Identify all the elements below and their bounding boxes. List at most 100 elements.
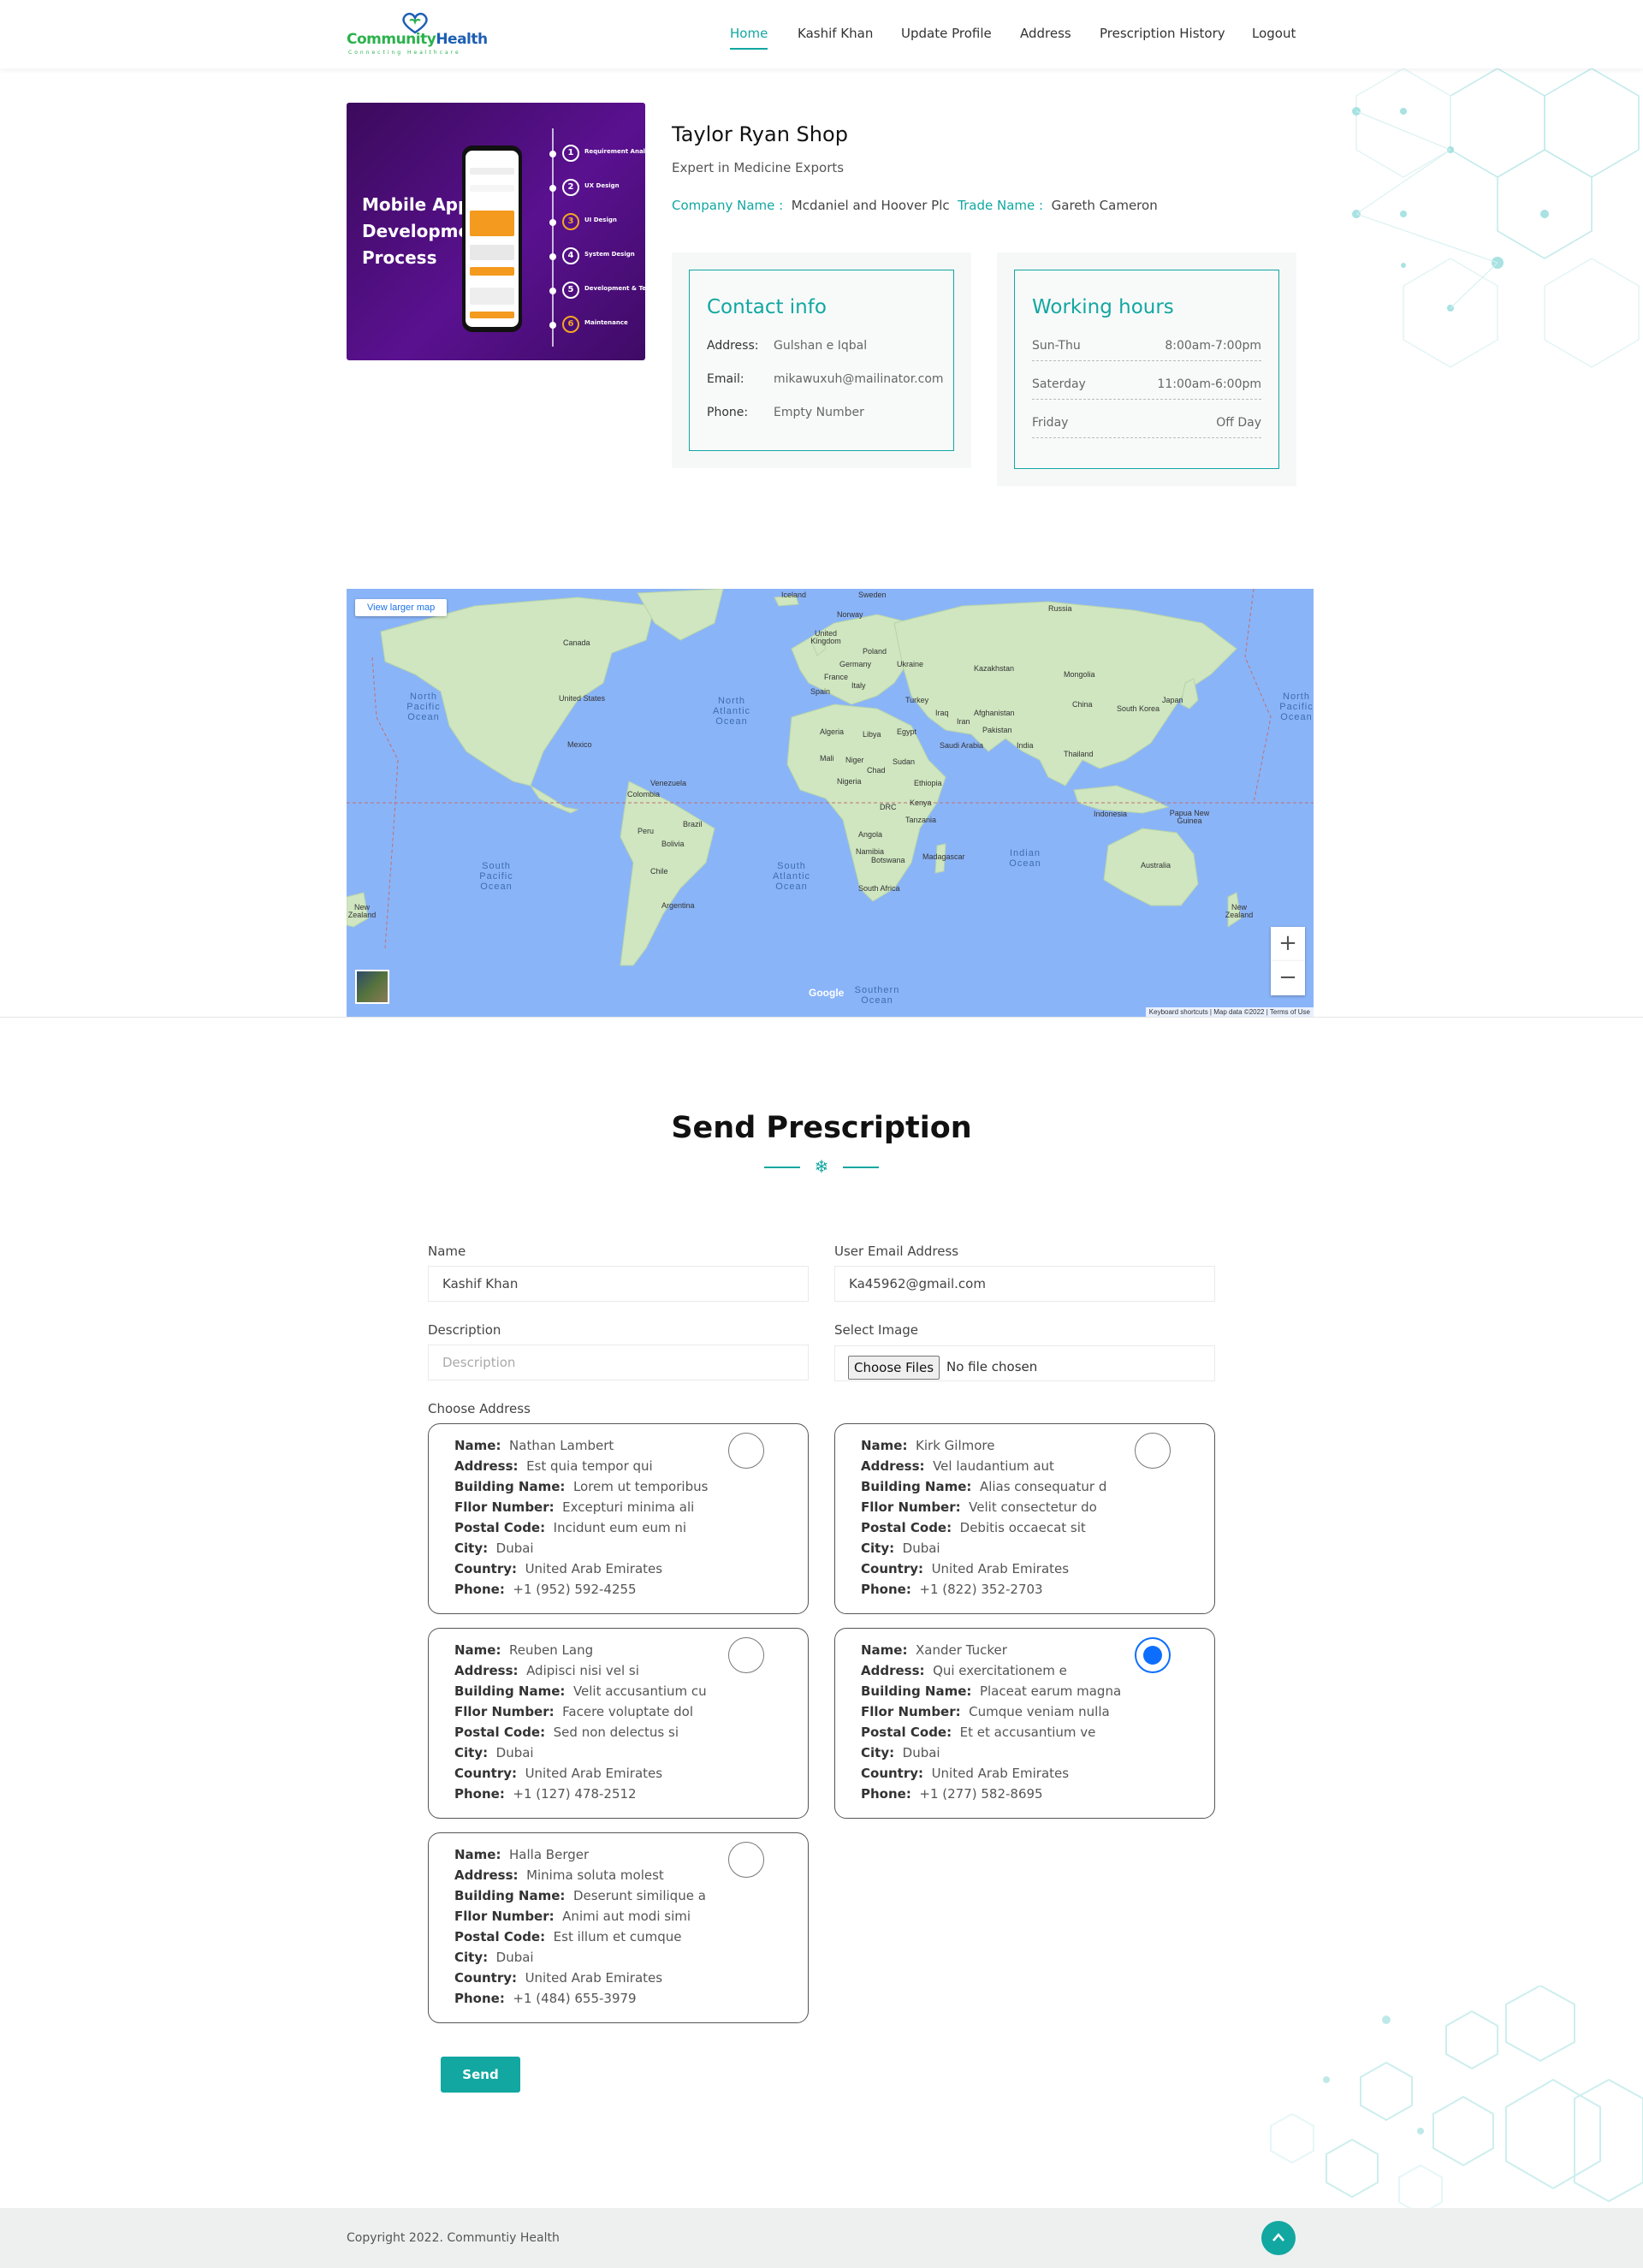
map-label: Argentina <box>661 901 695 910</box>
address-building-row: Building Name: Lorem ut temporibus <box>454 1479 709 1494</box>
phone-illustration <box>462 145 522 332</box>
ocean-label: South Atlantic Ocean <box>772 861 811 892</box>
address-building-row: Building Name: Alias consequatur d <box>861 1479 1107 1494</box>
map-label: Sweden <box>858 591 887 599</box>
address-address-row: Address: Minima soluta molest <box>454 1867 664 1883</box>
nav-logout[interactable]: Logout <box>1252 26 1296 41</box>
contact-info-title: Contact info <box>707 296 827 318</box>
process-step: 5Development & Testing <box>542 280 645 302</box>
map-label: Afghanistan <box>974 709 1015 717</box>
ocean-label: Southern Ocean <box>854 985 900 1006</box>
choose-files-button[interactable]: Choose Files <box>848 1356 940 1380</box>
brand-logo[interactable]: CommunityHealth Connecting Healthcare <box>347 12 492 56</box>
nav-address[interactable]: Address <box>1020 26 1071 41</box>
address-address-row: Address: Adipisci nisi vel si <box>454 1663 639 1678</box>
address-postal-row: Postal Code: Sed non delectus si <box>454 1725 679 1740</box>
map-label: Canada <box>563 638 590 647</box>
address-radio[interactable] <box>728 1637 764 1673</box>
map-label: New Zealand <box>347 903 377 919</box>
contact-address-row: Address: Gulshan e Iqbal <box>707 339 868 353</box>
process-step: 3 UI Design <box>542 211 644 234</box>
company-name-value: Mcdaniel and Hoover Plc <box>791 198 950 213</box>
address-floor-row: Fllor Number: Facere voluptate dol <box>454 1704 693 1719</box>
image-file-input[interactable]: Choose Files No file chosen <box>834 1345 1215 1381</box>
brand-tagline: Connecting Healthcare <box>348 50 461 56</box>
map-label: Egypt <box>897 727 917 736</box>
map-label: Ukraine <box>897 660 924 668</box>
ocean-label: North Atlantic Ocean <box>712 696 751 727</box>
location-map[interactable]: Iceland Sweden Norway Russia United King… <box>347 589 1314 1017</box>
zoom-in-button[interactable]: + <box>1271 927 1305 961</box>
address-card[interactable]: Name: Halla Berger Address: Minima soluta… <box>428 1832 809 2023</box>
site-footer: Copyright 2022. Communtiy Health <box>0 2208 1643 2268</box>
ocean-label: Indian Ocean <box>1009 848 1041 869</box>
map-label: Sudan <box>893 757 916 766</box>
name-label: Name <box>428 1244 466 1259</box>
working-hours-card: Working hours Sun-Thu 8:00am-7:00pm Sater… <box>1014 270 1279 469</box>
map-attribution[interactable]: Keyboard shortcuts | Map data ©2022 | Te… <box>1145 1007 1314 1017</box>
view-larger-map-link[interactable]: View larger map <box>355 599 448 616</box>
address-phone-row: Phone: +1 (484) 655-3979 <box>454 1991 637 2006</box>
map-label: Papua New Guinea <box>1169 809 1210 825</box>
map-label: Iran <box>957 717 970 726</box>
map-label: Tanzania <box>905 816 937 824</box>
map-label: Japan <box>1162 696 1183 704</box>
map-label: South Korea <box>1117 704 1160 713</box>
map-label: Venezuela <box>650 779 687 787</box>
section-divider <box>0 1017 1643 1018</box>
address-floor-row: Fllor Number: Animi aut modi simi <box>454 1909 691 1924</box>
contact-info-card: Contact info Address: Gulshan e Iqbal Ema… <box>689 270 954 451</box>
address-card[interactable]: Name: Xander Tucker Address: Qui exercita… <box>834 1628 1215 1819</box>
map-label: South Africa <box>858 884 900 893</box>
contact-info-panel: Contact info Address: Gulshan e Iqbal Ema… <box>672 252 971 468</box>
site-header: CommunityHealth Connecting Healthcare Ho… <box>0 0 1643 68</box>
nav-prescription-history[interactable]: Prescription History <box>1100 26 1225 41</box>
map-label: Mongolia <box>1064 670 1095 679</box>
map-label: Russia <box>1048 604 1072 613</box>
address-radio[interactable] <box>728 1842 764 1878</box>
address-radio[interactable] <box>1135 1433 1171 1469</box>
address-radio[interactable] <box>728 1433 764 1469</box>
address-phone-row: Phone: +1 (822) 352-2703 <box>861 1582 1043 1597</box>
address-building-row: Building Name: Placeat earum magna <box>861 1683 1122 1699</box>
map-label: Namibia <box>856 847 885 856</box>
email-label: User Email Address <box>834 1244 959 1259</box>
map-label: United Kingdom <box>810 629 841 645</box>
address-name-row: Name: Xander Tucker <box>861 1642 1007 1658</box>
address-card[interactable]: Name: Nathan Lambert Address: Est quia te… <box>428 1423 809 1614</box>
map-label: Mali <box>820 754 834 763</box>
process-step: 2 UX Design <box>542 177 644 199</box>
address-address-row: Address: Qui exercitationem e <box>861 1663 1067 1678</box>
send-prescription-title: Send Prescription <box>671 1111 972 1145</box>
map-label: Libya <box>863 730 881 739</box>
ocean-label: North Pacific Ocean <box>1279 692 1314 722</box>
map-label: Spain <box>810 687 831 696</box>
send-button[interactable]: Send <box>441 2057 520 2093</box>
address-phone-row: Phone: +1 (952) 592-4255 <box>454 1582 637 1597</box>
address-card[interactable]: Name: Reuben Lang Address: Adipisci nisi … <box>428 1628 809 1819</box>
address-floor-row: Fllor Number: Excepturi minima ali <box>454 1499 695 1515</box>
process-step: 4 System Design <box>542 246 644 268</box>
map-label: Saudi Arabia <box>940 741 984 750</box>
description-input[interactable]: Description <box>428 1345 809 1380</box>
address-radio[interactable] <box>1135 1637 1171 1673</box>
name-input[interactable]: Kashif Khan <box>428 1266 809 1302</box>
contact-phone-row: Phone: Empty Number <box>707 406 864 419</box>
address-card[interactable]: Name: Kirk Gilmore Address: Vel laudantiu… <box>834 1423 1215 1614</box>
nav-profile-name[interactable]: Kashif Khan <box>798 26 873 41</box>
satellite-toggle[interactable] <box>355 970 389 1004</box>
nav-update-profile[interactable]: Update Profile <box>901 26 992 41</box>
nav-home[interactable]: Home <box>730 26 768 50</box>
email-input[interactable]: Ka45962@gmail.com <box>834 1266 1215 1302</box>
address-country-row: Country: United Arab Emirates <box>861 1766 1070 1781</box>
address-postal-row: Postal Code: Est illum et cumque <box>454 1929 682 1944</box>
working-hours-title: Working hours <box>1032 296 1174 318</box>
process-steps: 1Requirement Analysis 2UX Design 3UI Des… <box>542 128 645 351</box>
address-building-row: Building Name: Velit accusantium cu <box>454 1683 707 1699</box>
ocean-label: South Pacific Ocean <box>479 861 513 892</box>
scroll-to-top-button[interactable] <box>1261 2221 1296 2255</box>
choose-address-label: Choose Address <box>428 1401 531 1416</box>
map-label: United States <box>559 694 606 703</box>
zoom-out-button[interactable]: − <box>1271 961 1305 995</box>
hours-row: Saterday 11:00am-6:00pm <box>1032 374 1261 400</box>
